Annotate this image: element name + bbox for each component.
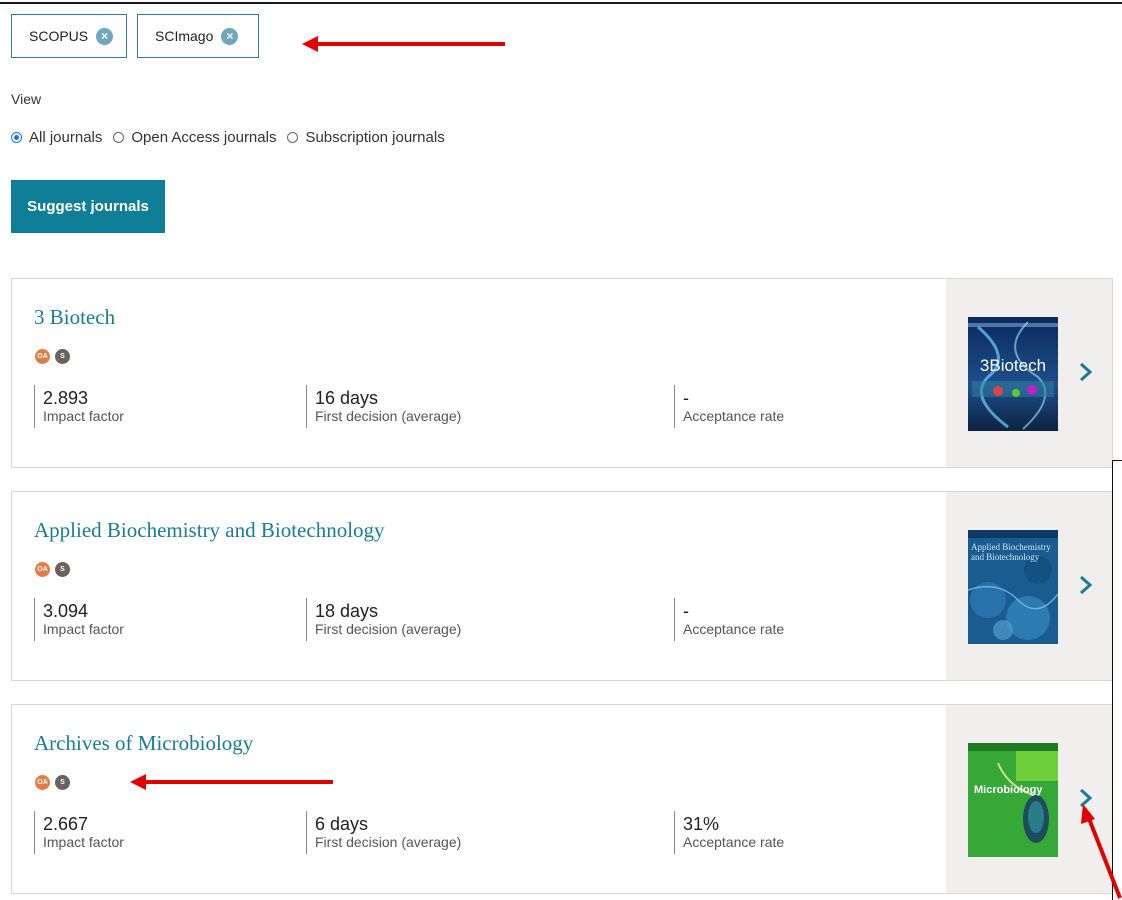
acceptance-rate-value: - xyxy=(683,388,689,408)
impact-factor-metric: 3.094 Impact factor xyxy=(34,598,124,641)
view-label: View xyxy=(11,91,42,107)
filter-chip-label: SCImago xyxy=(155,28,214,44)
chevron-right-icon[interactable] xyxy=(1072,359,1098,385)
subscription-badge: S xyxy=(55,562,70,577)
journal-title[interactable]: 3 Biotech xyxy=(34,305,115,330)
impact-factor-metric: 2.667 Impact factor xyxy=(34,811,124,854)
journal-cover-panel: Applied Biochemistry and Biotechnology xyxy=(946,492,1112,680)
annotation-arrow xyxy=(1081,804,1122,899)
impact-factor-label: Impact factor xyxy=(43,834,124,850)
acceptance-rate-value: 31% xyxy=(683,814,720,834)
acceptance-rate-metric: - Acceptance rate xyxy=(674,598,784,641)
annotation-arrow xyxy=(302,36,505,52)
remove-filter-icon[interactable]: × xyxy=(221,27,239,45)
acceptance-rate-metric: 31% Acceptance rate xyxy=(674,811,784,854)
filter-chip-label: SCOPUS xyxy=(29,28,89,44)
filter-chip-scimago: SCImago × xyxy=(137,14,259,58)
journal-badges: OA S xyxy=(35,775,70,790)
radio-open-access-journals[interactable] xyxy=(113,132,125,143)
journal-card[interactable]: 3 Biotech OA S 2.893 Impact factor 16 da… xyxy=(11,278,1113,468)
subscription-badge: S xyxy=(55,775,70,790)
impact-factor-metric: 2.893 Impact factor xyxy=(34,385,124,428)
radio-label-open-access-journals[interactable]: Open Access journals xyxy=(131,129,276,146)
annotation-arrow xyxy=(130,774,333,790)
view-radio-group: All journals Open Access journals Subscr… xyxy=(11,129,456,146)
first-decision-metric: 18 days First decision (average) xyxy=(306,598,461,641)
impact-factor-label: Impact factor xyxy=(43,408,124,424)
acceptance-rate-label: Acceptance rate xyxy=(683,834,785,850)
annotation-frame-line xyxy=(1112,460,1122,461)
journal-cover-panel: 3Biotech xyxy=(946,279,1112,467)
journal-cover-image[interactable]: Applied Biochemistry and Biotechnology xyxy=(968,530,1058,644)
journal-card[interactable]: Archives of Microbiology OA S 2.667 Impa… xyxy=(11,704,1113,894)
first-decision-metric: 16 days First decision (average) xyxy=(306,385,461,428)
open-access-badge: OA xyxy=(35,349,50,364)
first-decision-value: 6 days xyxy=(315,814,369,834)
suggest-journals-button[interactable]: Suggest journals xyxy=(11,180,165,233)
acceptance-rate-label: Acceptance rate xyxy=(683,621,785,637)
impact-factor-value: 2.893 xyxy=(43,388,89,408)
journal-card[interactable]: Applied Biochemistry and Biotechnology O… xyxy=(11,491,1113,681)
impact-factor-value: 3.094 xyxy=(43,601,89,621)
first-decision-label: First decision (average) xyxy=(315,834,462,850)
first-decision-label: First decision (average) xyxy=(315,408,462,424)
acceptance-rate-value: - xyxy=(683,601,689,621)
subscription-badge: S xyxy=(55,349,70,364)
journal-badges: OA S xyxy=(35,349,70,364)
journal-badges: OA S xyxy=(35,562,70,577)
cover-title: 3Biotech xyxy=(980,356,1046,375)
radio-label-subscription-journals[interactable]: Subscription journals xyxy=(305,129,444,146)
journal-title[interactable]: Archives of Microbiology xyxy=(34,731,253,756)
journal-cover-image[interactable]: Microbiology xyxy=(968,743,1058,857)
first-decision-label: First decision (average) xyxy=(315,621,462,637)
first-decision-value: 18 days xyxy=(315,601,379,621)
radio-subscription-journals[interactable] xyxy=(287,132,299,143)
impact-factor-label: Impact factor xyxy=(43,621,124,637)
cover-title: Microbiology xyxy=(974,784,1043,796)
filter-chip-scopus: SCOPUS × xyxy=(11,14,127,58)
radio-all-journals[interactable] xyxy=(11,132,22,143)
top-border-line xyxy=(0,2,1122,4)
chevron-right-icon[interactable] xyxy=(1072,572,1098,598)
journal-cover-image[interactable]: 3Biotech xyxy=(968,317,1058,431)
open-access-badge: OA xyxy=(35,775,50,790)
first-decision-metric: 6 days First decision (average) xyxy=(306,811,461,854)
first-decision-value: 16 days xyxy=(315,388,379,408)
cover-title: Applied Biochemistry and Biotechnology xyxy=(971,542,1051,562)
journal-title[interactable]: Applied Biochemistry and Biotechnology xyxy=(34,518,385,543)
remove-filter-icon[interactable]: × xyxy=(96,27,114,45)
impact-factor-value: 2.667 xyxy=(43,814,89,834)
open-access-badge: OA xyxy=(35,562,50,577)
acceptance-rate-metric: - Acceptance rate xyxy=(674,385,784,428)
acceptance-rate-label: Acceptance rate xyxy=(683,408,785,424)
radio-label-all-journals[interactable]: All journals xyxy=(29,129,102,146)
